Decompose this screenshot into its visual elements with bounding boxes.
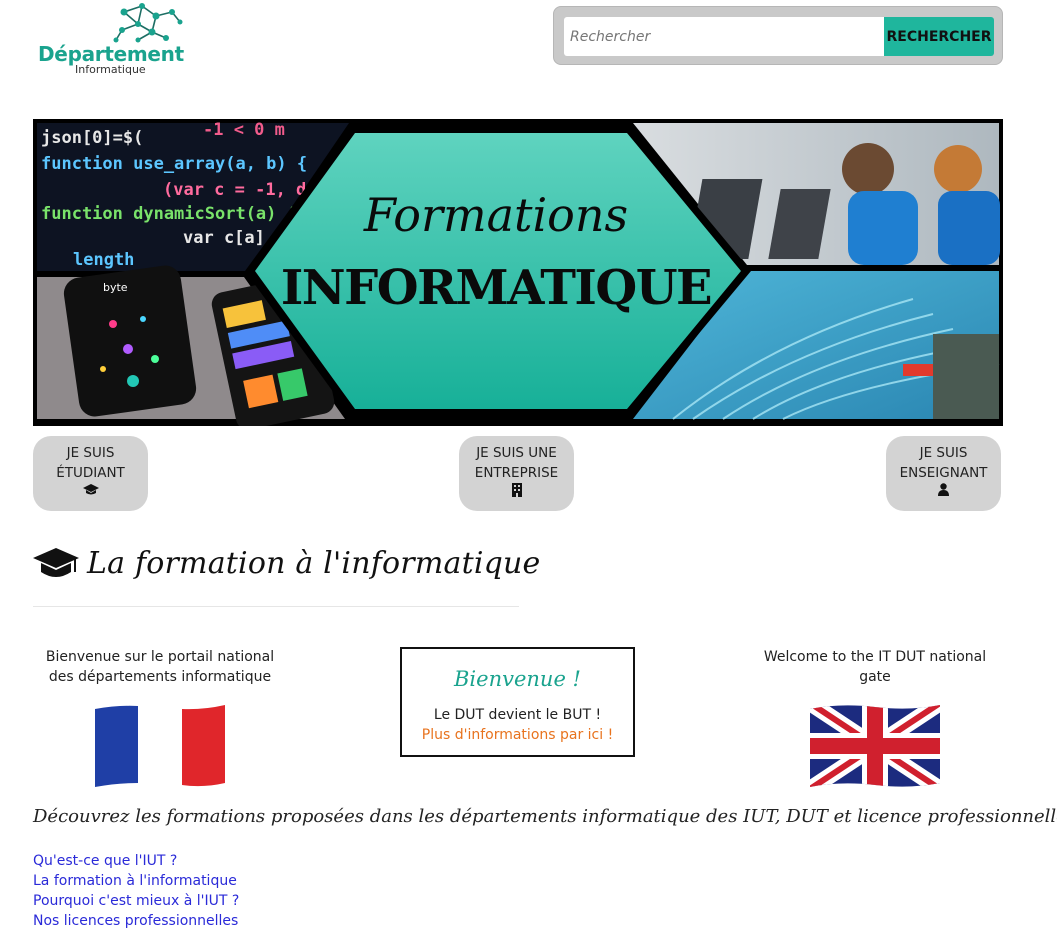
more-info-link[interactable]: Plus d'informations par ici ! <box>402 727 633 743</box>
graduation-cap-icon <box>39 483 142 503</box>
link-why-iut[interactable]: Pourquoi c'est mieux à l'IUT ? <box>33 893 239 909</box>
search-input[interactable] <box>564 17 884 56</box>
banner-illustration: json[0]=$( -1 < 0 m function use_array(a… <box>37 120 1000 426</box>
banner-title-script: Formations <box>363 188 628 242</box>
phone-label: byte <box>103 281 128 294</box>
student-button-label-1: JE SUIS <box>66 445 115 461</box>
user-icon <box>892 483 995 503</box>
code-line: var c[a] <box>183 228 265 248</box>
teacher-button-label-1: JE SUIS <box>919 445 968 461</box>
info-box: Bienvenue ! Le DUT devient le BUT ! Plus… <box>400 647 635 757</box>
student-button-label-2: ÉTUDIANT <box>56 465 125 481</box>
code-line: -1 < 0 m <box>203 120 285 140</box>
link-formation[interactable]: La formation à l'informatique <box>33 873 237 889</box>
list-item: Nos licences professionnelles <box>33 911 239 931</box>
hero-banner: json[0]=$( -1 < 0 m function use_array(a… <box>33 119 1003 426</box>
code-line: function use_array(a, b) { <box>41 154 307 174</box>
list-item: La formation à l'informatique <box>33 871 239 891</box>
building-icon <box>465 482 568 504</box>
welcome-en-line1: Welcome to the IT DUT national <box>763 649 987 665</box>
info-box-text: Le DUT devient le BUT ! <box>433 707 602 723</box>
welcome-fr-line2: des départements informatique <box>48 669 272 685</box>
discover-text: Découvrez les formations proposées dans … <box>33 806 1057 827</box>
logo-subtitle: Informatique <box>75 63 146 76</box>
list-item: Qu'est-ce que l'IUT ? <box>33 851 239 871</box>
teacher-button[interactable]: JE SUIS ENSEIGNANT <box>886 436 1001 511</box>
student-button[interactable]: JE SUIS ÉTUDIANT <box>33 436 148 511</box>
company-button[interactable]: JE SUIS UNE ENTREPRISE <box>459 436 574 511</box>
uk-flag-icon[interactable] <box>810 703 940 789</box>
banner-title-main: INFORMATIQUE <box>281 260 711 316</box>
link-licences[interactable]: Nos licences professionnelles <box>33 913 238 929</box>
teacher-button-label-2: ENSEIGNANT <box>899 465 988 481</box>
graduation-cap-icon <box>33 548 79 577</box>
company-button-label-2: ENTREPRISE <box>474 464 559 481</box>
welcome-en: Welcome to the IT DUT national gate <box>740 647 1010 687</box>
section-title: La formation à l'informatique <box>87 546 541 581</box>
network-logo-icon <box>113 3 183 43</box>
welcome-en-line2: gate <box>859 669 891 685</box>
section-heading: La formation à l'informatique <box>33 540 540 607</box>
search-button[interactable]: RECHERCHER <box>884 17 994 56</box>
site-logo[interactable]: Département Informatique <box>38 2 188 78</box>
company-button-label-1: JE SUIS UNE <box>476 444 557 461</box>
french-flag-icon[interactable] <box>95 703 225 789</box>
info-box-title: Bienvenue ! <box>454 667 581 691</box>
welcome-fr-line1: Bienvenue sur le portail national <box>45 649 275 665</box>
link-what-is-iut[interactable]: Qu'est-ce que l'IUT ? <box>33 853 177 869</box>
formation-links: Qu'est-ce que l'IUT ? La formation à l'i… <box>33 851 239 931</box>
code-line: length <box>73 250 134 270</box>
code-line: json[0]=$( <box>41 128 143 148</box>
list-item: Pourquoi c'est mieux à l'IUT ? <box>33 891 239 911</box>
welcome-fr: Bienvenue sur le portail national des dé… <box>25 647 295 687</box>
code-line: function dynamicSort(a) { <box>41 204 297 224</box>
search-bar: RECHERCHER <box>553 6 1003 65</box>
